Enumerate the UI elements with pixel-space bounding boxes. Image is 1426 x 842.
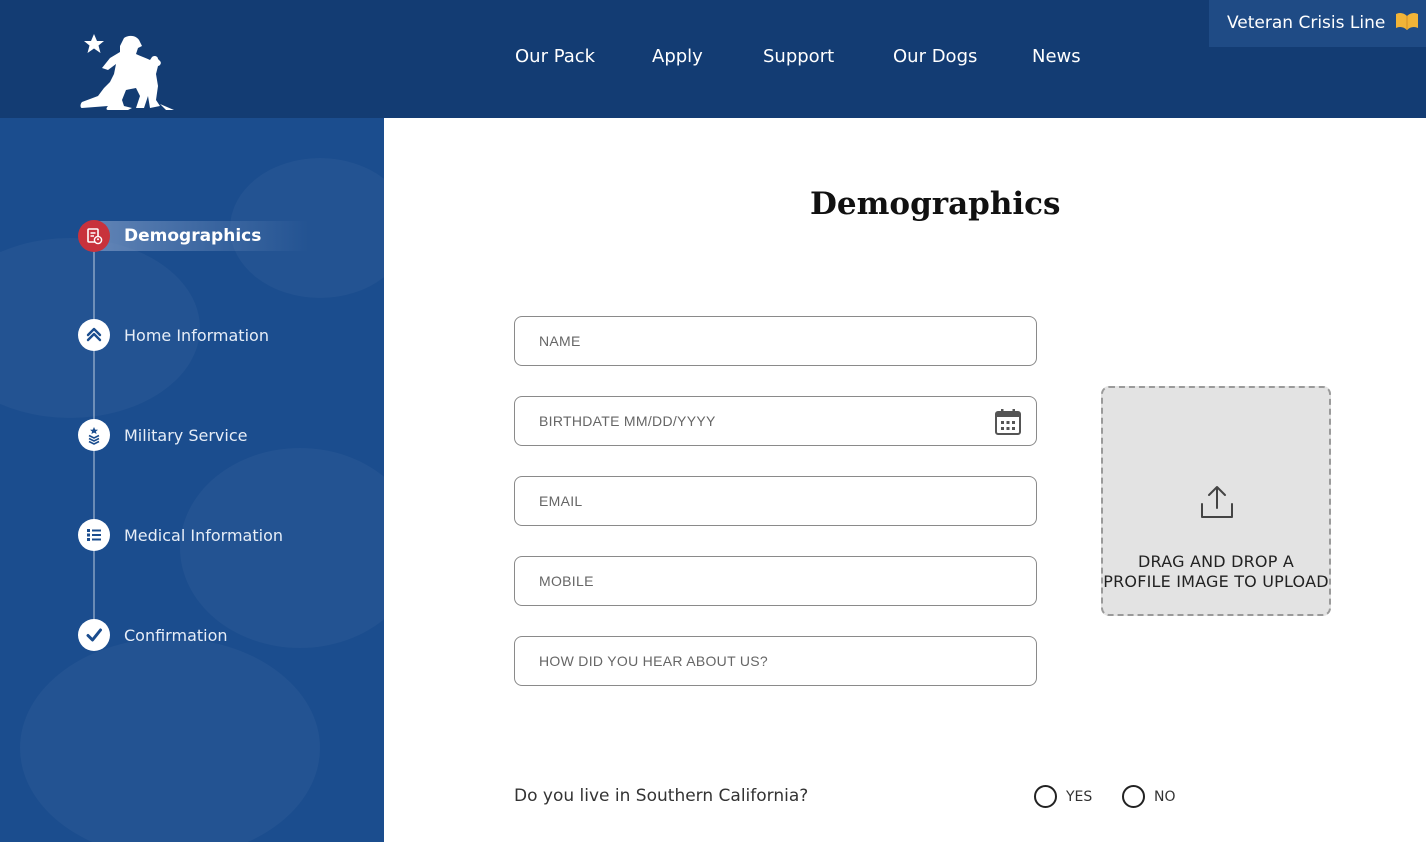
step-label: Confirmation bbox=[124, 626, 228, 645]
birthdate-input[interactable] bbox=[515, 397, 1036, 445]
step-label: Military Service bbox=[124, 426, 248, 445]
step-home-information[interactable]: Home Information bbox=[78, 319, 378, 351]
socal-question: Do you live in Southern California? bbox=[514, 786, 809, 806]
veteran-crisis-line-button[interactable]: Veteran Crisis Line bbox=[1209, 0, 1426, 47]
step-confirmation[interactable]: Confirmation bbox=[78, 619, 378, 651]
upload-icon bbox=[1201, 486, 1233, 518]
book-icon bbox=[1396, 12, 1418, 30]
site-header: Our Pack Apply Support Our Dogs News Vet… bbox=[0, 0, 1426, 118]
checkmark-icon bbox=[78, 619, 110, 651]
page-title: Demographics bbox=[810, 186, 1061, 222]
referral-input[interactable] bbox=[515, 637, 1036, 685]
nav-support[interactable]: Support bbox=[763, 46, 834, 67]
mobile-input[interactable] bbox=[515, 557, 1036, 605]
nav-news[interactable]: News bbox=[1032, 46, 1081, 67]
mobile-field bbox=[514, 556, 1037, 606]
step-label: Home Information bbox=[124, 326, 269, 345]
home-chevron-icon bbox=[78, 319, 110, 351]
nav-our-pack[interactable]: Our Pack bbox=[515, 46, 595, 67]
calendar-icon[interactable] bbox=[994, 408, 1022, 436]
nav-our-dogs[interactable]: Our Dogs bbox=[893, 46, 977, 67]
name-field bbox=[514, 316, 1037, 366]
radio-circle[interactable] bbox=[1122, 785, 1145, 808]
progress-sidebar: Demographics Home Information Military S… bbox=[0, 118, 384, 842]
step-medical-information[interactable]: Medical Information bbox=[78, 519, 378, 551]
step-label: Demographics bbox=[124, 226, 262, 246]
veteran-dog-logo[interactable] bbox=[80, 30, 176, 114]
demographics-form: Demographics DRAG AND DROP A PROFILE IMA… bbox=[384, 118, 1426, 842]
name-input[interactable] bbox=[515, 317, 1036, 365]
email-input[interactable] bbox=[515, 477, 1036, 525]
main-nav: Our Pack Apply Support Our Dogs News bbox=[0, 46, 1426, 70]
dropzone-text: DRAG AND DROP A PROFILE IMAGE TO UPLOAD bbox=[1103, 552, 1329, 591]
no-label: NO bbox=[1154, 789, 1176, 805]
document-person-icon bbox=[78, 220, 110, 252]
yes-label: YES bbox=[1066, 789, 1093, 805]
nav-apply[interactable]: Apply bbox=[652, 46, 703, 67]
step-military-service[interactable]: Military Service bbox=[78, 419, 378, 451]
crisis-line-label: Veteran Crisis Line bbox=[1227, 13, 1386, 33]
profile-image-dropzone[interactable]: DRAG AND DROP A PROFILE IMAGE TO UPLOAD bbox=[1101, 386, 1331, 616]
step-demographics[interactable]: Demographics bbox=[78, 220, 378, 252]
referral-field bbox=[514, 636, 1037, 686]
birthdate-field bbox=[514, 396, 1037, 446]
military-rank-icon bbox=[78, 419, 110, 451]
radio-circle[interactable] bbox=[1034, 785, 1057, 808]
email-field bbox=[514, 476, 1037, 526]
list-icon bbox=[78, 519, 110, 551]
step-label: Medical Information bbox=[124, 526, 283, 545]
